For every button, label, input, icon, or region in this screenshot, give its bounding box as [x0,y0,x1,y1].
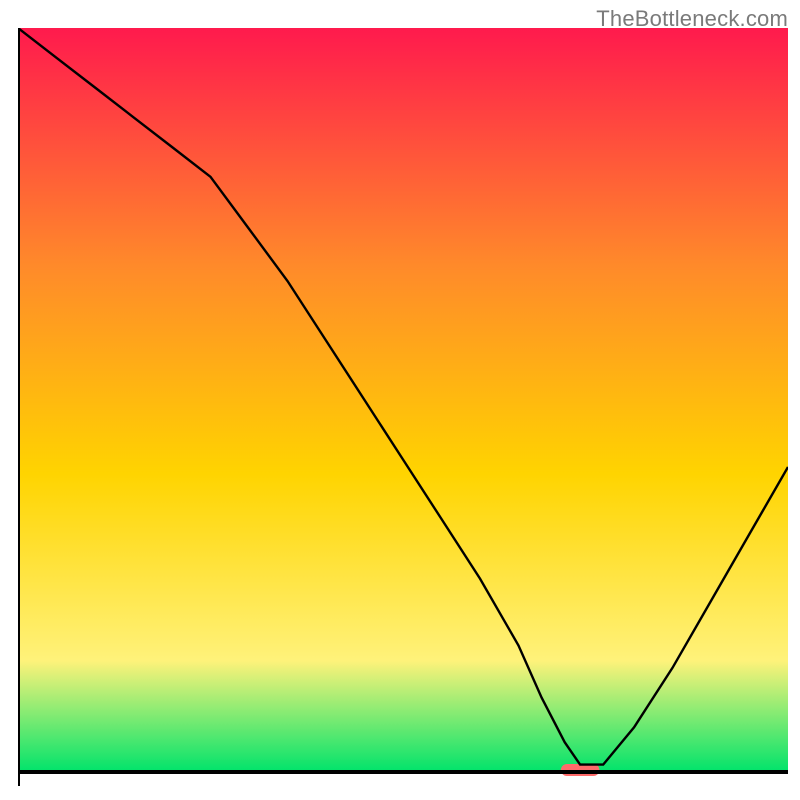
chart-svg [18,28,788,788]
plot-area [18,28,788,788]
gradient-background [18,28,788,772]
watermark-text: TheBottleneck.com [596,6,788,32]
chart-container: TheBottleneck.com [0,0,800,800]
